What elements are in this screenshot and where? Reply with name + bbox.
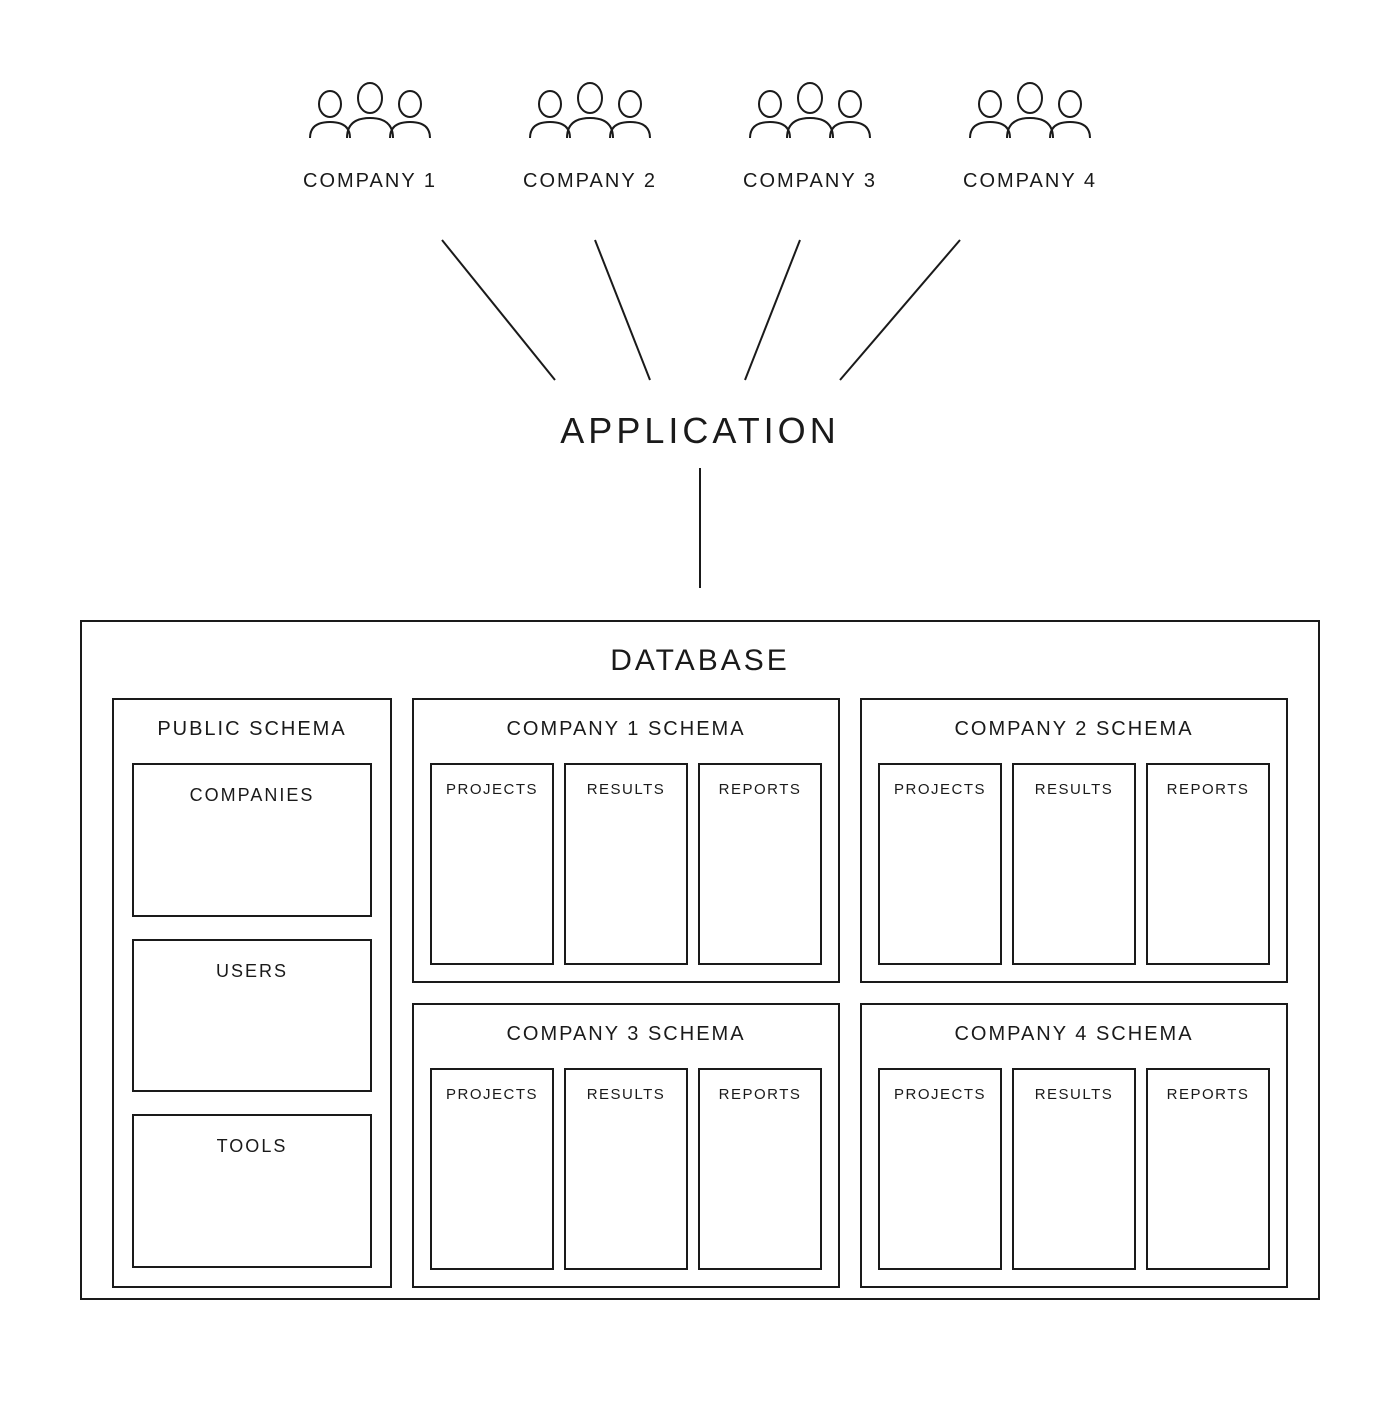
people-icon <box>955 80 1105 150</box>
table-results: RESULTS <box>1012 1068 1136 1270</box>
company-schemas: COMPANY 1 SCHEMA PROJECTS RESULTS REPORT… <box>412 698 1288 1288</box>
table-users: USERS <box>132 939 372 1093</box>
table-reports: REPORTS <box>1146 763 1270 965</box>
company-2: COMPANY 2 <box>515 80 665 193</box>
table-reports: REPORTS <box>698 1068 822 1270</box>
application-to-database-line <box>699 468 701 588</box>
table-reports: REPORTS <box>1146 1068 1270 1270</box>
companies-row: COMPANY 1 COMPANY 2 COMPANY 3 <box>0 80 1400 193</box>
company-3-schema-tables: PROJECTS RESULTS REPORTS <box>430 1068 822 1270</box>
company-3-schema: COMPANY 3 SCHEMA PROJECTS RESULTS REPORT… <box>412 1003 840 1288</box>
database-title: DATABASE <box>112 644 1288 678</box>
people-icon <box>515 80 665 150</box>
connector-lines <box>0 230 1400 410</box>
public-schema-title: PUBLIC SCHEMA <box>132 718 372 741</box>
company-4-schema: COMPANY 4 SCHEMA PROJECTS RESULTS REPORT… <box>860 1003 1288 1288</box>
people-icon <box>295 80 445 150</box>
public-schema: PUBLIC SCHEMA COMPANIES USERS TOOLS <box>112 698 392 1288</box>
table-projects: PROJECTS <box>430 1068 554 1270</box>
company-2-schema: COMPANY 2 SCHEMA PROJECTS RESULTS REPORT… <box>860 698 1288 983</box>
table-tools: TOOLS <box>132 1114 372 1268</box>
schema-grid: PUBLIC SCHEMA COMPANIES USERS TOOLS COMP… <box>112 698 1288 1288</box>
company-2-schema-tables: PROJECTS RESULTS REPORTS <box>878 763 1270 965</box>
table-reports: REPORTS <box>698 763 822 965</box>
company-1-schema-tables: PROJECTS RESULTS REPORTS <box>430 763 822 965</box>
public-schema-tables: COMPANIES USERS TOOLS <box>132 763 372 1268</box>
table-results: RESULTS <box>564 763 688 965</box>
company-3: COMPANY 3 <box>735 80 885 193</box>
table-results: RESULTS <box>564 1068 688 1270</box>
table-projects: PROJECTS <box>878 763 1002 965</box>
table-projects: PROJECTS <box>878 1068 1002 1270</box>
company-2-label: COMPANY 2 <box>523 170 657 193</box>
table-projects: PROJECTS <box>430 763 554 965</box>
people-icon <box>735 80 885 150</box>
application-label: APPLICATION <box>0 410 1400 452</box>
company-4-label: COMPANY 4 <box>963 170 1097 193</box>
company-3-schema-title: COMPANY 3 SCHEMA <box>430 1023 822 1046</box>
table-companies: COMPANIES <box>132 763 372 917</box>
company-4: COMPANY 4 <box>955 80 1105 193</box>
company-1: COMPANY 1 <box>295 80 445 193</box>
company-1-schema-title: COMPANY 1 SCHEMA <box>430 718 822 741</box>
database-box: DATABASE PUBLIC SCHEMA COMPANIES USERS T… <box>80 620 1320 1300</box>
company-2-schema-title: COMPANY 2 SCHEMA <box>878 718 1270 741</box>
company-4-schema-tables: PROJECTS RESULTS REPORTS <box>878 1068 1270 1270</box>
company-4-schema-title: COMPANY 4 SCHEMA <box>878 1023 1270 1046</box>
company-1-label: COMPANY 1 <box>303 170 437 193</box>
table-results: RESULTS <box>1012 763 1136 965</box>
company-1-schema: COMPANY 1 SCHEMA PROJECTS RESULTS REPORT… <box>412 698 840 983</box>
company-3-label: COMPANY 3 <box>743 170 877 193</box>
